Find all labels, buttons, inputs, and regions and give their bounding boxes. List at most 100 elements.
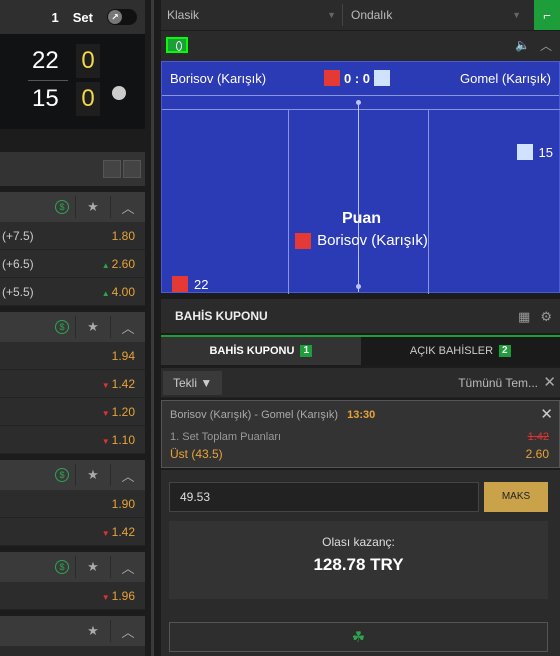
collapse-chevron-icon[interactable]: ︿	[540, 37, 552, 54]
collapse-chevron-icon[interactable]: ︿	[117, 620, 139, 642]
stake-input[interactable]: 49.53	[169, 482, 479, 512]
clear-all-link[interactable]: Tümünü Tem...	[458, 376, 538, 390]
favorite-star-icon[interactable]: ★	[82, 464, 104, 486]
away-shirt-icon	[374, 70, 391, 86]
divider	[75, 556, 76, 578]
away-sets: 0	[76, 82, 100, 116]
favorite-star-icon[interactable]: ★	[82, 620, 104, 642]
divider	[110, 196, 111, 218]
collapse-chevron-icon[interactable]: ︿	[117, 464, 139, 486]
net-post	[356, 100, 361, 105]
home-points: 22	[32, 47, 59, 74]
odd-text: 2.60	[111, 256, 135, 271]
calculator-icon[interactable]: ▦	[518, 309, 530, 325]
tab-open-bets[interactable]: AÇIK BAHİSLER 2	[360, 337, 560, 365]
set-label: Set	[72, 9, 93, 25]
odd-value[interactable]: ▲ 4.00	[102, 285, 135, 299]
odd-value[interactable]: ▲ 2.60	[102, 257, 135, 271]
grid-view-icon[interactable]	[103, 160, 121, 178]
collapse-chevron-icon[interactable]: ︿	[117, 556, 139, 578]
market-header[interactable]: $ ★ ︿	[0, 192, 145, 222]
home-player-number: 22	[194, 276, 209, 292]
ticket-bar: Tekli ▼ Tümünü Tem... ✕	[161, 368, 560, 398]
bet-match-name: Borisov (Karışık) - Gomel (Karışık)	[170, 409, 339, 421]
odds-row[interactable]: ▼ 1.10	[0, 426, 145, 454]
view-mode-select[interactable]: Klasik ▼	[161, 4, 343, 26]
odds-row[interactable]: (+5.5) ▲ 4.00	[0, 278, 145, 306]
odds-row[interactable]: 1.90	[0, 490, 145, 518]
line-label: (+6.5)	[2, 256, 34, 271]
market-header[interactable]: $ ★ ︿	[0, 460, 145, 490]
volume-icon[interactable]: 🔈	[515, 38, 530, 52]
odd-value[interactable]: ▼ 1.20	[102, 405, 135, 419]
odd-text: 1.42	[111, 524, 135, 539]
place-bet-button[interactable]: ☘	[169, 622, 548, 652]
home-team-name: Borisov (Karışık)	[170, 71, 267, 86]
odds-row[interactable]: 1.94	[0, 342, 145, 370]
market-header[interactable]: ★ ︿	[0, 616, 145, 646]
odds-down-icon: ▼	[101, 528, 110, 538]
away-player-marker: 15	[516, 144, 553, 160]
close-icon[interactable]: ✕	[543, 373, 556, 391]
app-root: 1 Set ↗ 22 0 15 0 $ ★ ︿ (+7.5) 1.80 (+6.…	[0, 0, 560, 656]
tab-betslip[interactable]: BAHİS KUPONU 1	[161, 337, 361, 365]
match-visualization: Borisov (Karışık) 0 : 0 Gomel (Karışık) …	[161, 61, 560, 294]
divider	[75, 196, 76, 218]
attack-line-left	[288, 110, 289, 294]
odd-value[interactable]: 1.80	[112, 229, 135, 243]
remove-selection-icon[interactable]: ✕	[540, 405, 553, 423]
attack-line-right	[428, 110, 429, 294]
court-net	[358, 100, 359, 292]
expand-icon[interactable]: ⌐	[534, 0, 560, 30]
new-odd: 2.60	[525, 447, 549, 461]
pitch-icon[interactable]	[166, 37, 188, 53]
stats-toggle[interactable]: ↗	[107, 9, 137, 25]
home-score-row: 22 0	[0, 44, 145, 78]
odds-up-icon: ▲	[101, 288, 110, 298]
away-player-number: 15	[538, 144, 553, 160]
odd-value[interactable]: ▼ 1.42	[102, 525, 135, 539]
odds-row[interactable]: ▼ 1.96	[0, 582, 145, 610]
collapse-chevron-icon[interactable]: ︿	[117, 196, 139, 218]
betslip-header: BAHİS KUPONU ▦ ⚙	[161, 299, 560, 333]
right-panel: Klasik ▼ Ondalık ▼ ⌐ 🔈 ︿ Borisov (Karışık)…	[161, 0, 560, 656]
market-header[interactable]: $ ★ ︿	[0, 312, 145, 342]
odds-row[interactable]: ▼ 1.20	[0, 398, 145, 426]
list-view-icon[interactable]	[123, 160, 141, 178]
betslip-title: BAHİS KUPONU	[175, 309, 268, 323]
favorite-star-icon[interactable]: ★	[82, 196, 104, 218]
favorite-star-icon[interactable]: ★	[82, 316, 104, 338]
event-title: Puan	[341, 210, 382, 227]
odd-value[interactable]: ▼ 1.96	[102, 589, 135, 603]
divider	[75, 464, 76, 486]
odds-format-select[interactable]: Ondalık ▼	[345, 4, 527, 26]
tab-label: AÇIK BAHİSLER	[409, 345, 494, 357]
bet-match: Borisov (Karışık) - Gomel (Karışık) 13:3…	[170, 409, 375, 421]
odds-row[interactable]: ▼ 1.42	[0, 518, 145, 546]
favorite-star-icon[interactable]: ★	[82, 556, 104, 578]
market-header[interactable]: $ ★ ︿	[0, 552, 145, 582]
count-badge: 1	[300, 345, 312, 357]
max-stake-button[interactable]: MAKS	[484, 482, 548, 512]
divider	[110, 556, 111, 578]
cashout-icon: $	[55, 320, 69, 334]
away-shirt-icon	[516, 144, 533, 160]
collapse-chevron-icon[interactable]: ︿	[117, 316, 139, 338]
gear-icon[interactable]: ⚙	[540, 309, 552, 325]
odd-value[interactable]: 1.90	[112, 497, 135, 511]
home-player-marker: 22	[172, 276, 208, 292]
odds-row[interactable]: (+6.5) ▲ 2.60	[0, 250, 145, 278]
divider	[110, 316, 111, 338]
odd-value[interactable]: 1.94	[112, 349, 135, 363]
bet-type-value: Tekli	[173, 376, 198, 390]
bet-type-select[interactable]: Tekli ▼	[163, 371, 223, 395]
count-badge: 2	[499, 345, 511, 357]
odds-row[interactable]: ▼ 1.42	[0, 370, 145, 398]
odd-value[interactable]: ▼ 1.42	[102, 377, 135, 391]
home-shirt-icon	[295, 232, 312, 249]
potential-win-label: Olası kazanç:	[322, 535, 395, 549]
odds-row[interactable]: (+7.5) 1.80	[0, 222, 145, 250]
match-header: Borisov (Karışık) 0 : 0 Gomel (Karışık)	[162, 62, 559, 96]
divider	[110, 464, 111, 486]
odd-value[interactable]: ▼ 1.10	[102, 433, 135, 447]
